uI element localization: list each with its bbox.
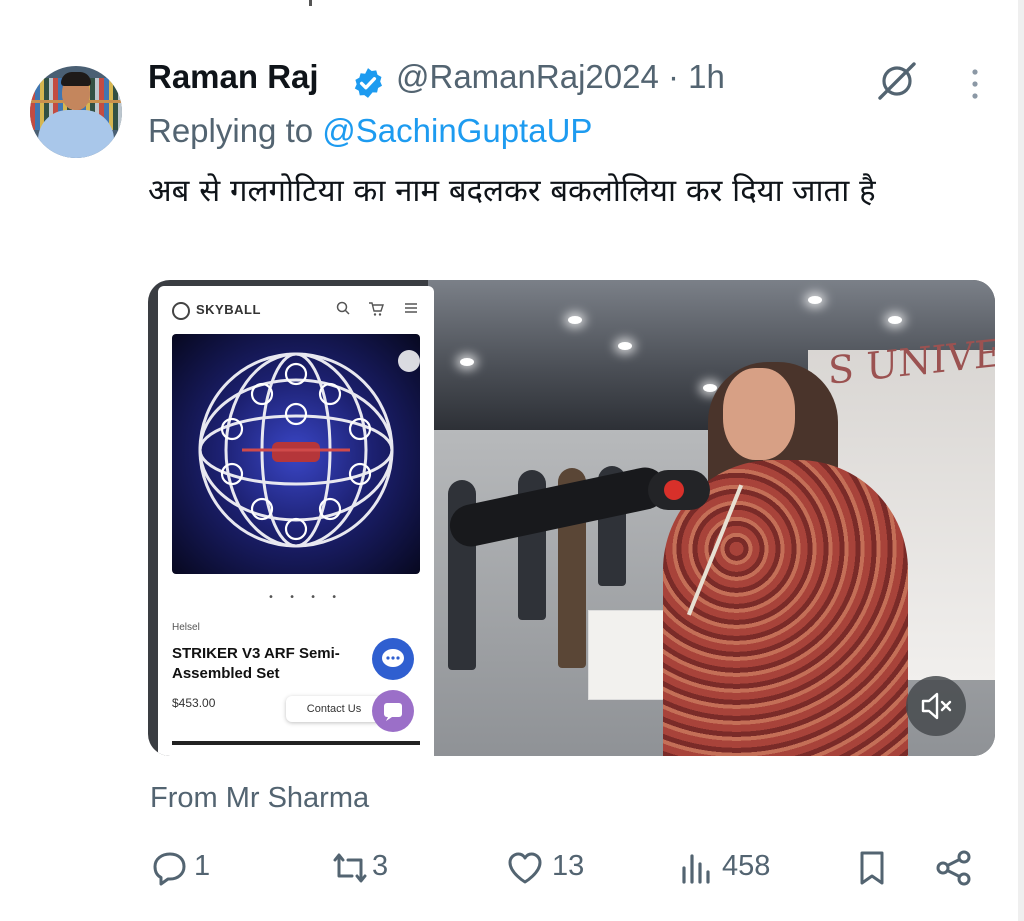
top-edge [0, 0, 1024, 40]
avatar-hair [61, 72, 91, 86]
repost-icon[interactable] [330, 848, 370, 888]
share-icon[interactable] [934, 848, 974, 888]
more-vertical-icon[interactable] [966, 66, 984, 102]
microphone [648, 470, 710, 510]
author-name[interactable]: Raman Raj [148, 58, 319, 96]
ceiling-light [618, 342, 632, 350]
avatar-shirt [38, 110, 114, 158]
view-count: 458 [722, 850, 771, 882]
product-vendor: Helsel [172, 622, 200, 633]
meta-separator: · [667, 58, 679, 95]
like-count: 13 [552, 850, 585, 882]
product-image [172, 334, 420, 574]
repost-count: 3 [372, 850, 389, 882]
drone-cage-image [198, 352, 394, 548]
author-handle-line[interactable]: @RamanRaj2024 · 1h [396, 58, 725, 96]
author-avatar[interactable] [30, 66, 122, 158]
menu-icon [405, 303, 417, 313]
store-brand: SKYBALL [196, 302, 261, 317]
message-icon [372, 690, 414, 732]
progress-bar [172, 741, 420, 745]
ceiling-light [888, 316, 902, 324]
mute-icon [921, 692, 952, 720]
author-handle[interactable]: @RamanRaj2024 [396, 58, 659, 95]
previous-post-fragment [309, 0, 312, 6]
media-caption: From Mr Sharma [150, 782, 370, 814]
video-player[interactable]: S UNIVE SKYBALL • • • • Helsel STRIKER V… [148, 280, 995, 756]
grok-icon[interactable] [876, 60, 918, 102]
product-page-overlay: SKYBALL • • • • Helsel STRIKER V3 ARF Se… [158, 286, 434, 756]
replying-to-label: Replying to [148, 112, 314, 149]
contact-us-label: Contact Us [286, 696, 382, 722]
scroll-edge [1018, 0, 1024, 921]
tweet-text: अब से गलगोटिया का नाम बदलकर बकलोलिया कर … [148, 173, 876, 209]
reply-count: 1 [194, 850, 211, 882]
chat-bubble-icon [372, 638, 414, 680]
ceiling-light [460, 358, 474, 366]
search-icon [336, 301, 350, 315]
replying-to-line: Replying to @SachinGuptaUP [148, 112, 592, 150]
views-icon[interactable] [676, 848, 716, 888]
cart-icon [369, 302, 384, 316]
carousel-dots: • • • • [268, 592, 344, 603]
product-title: STRIKER V3 ARF Semi-Assembled Set [172, 645, 340, 682]
verified-badge-icon [354, 68, 383, 98]
post-time[interactable]: 1h [688, 58, 725, 95]
speaker-face [723, 368, 795, 460]
mute-button[interactable] [906, 676, 966, 736]
reply-icon[interactable] [150, 848, 190, 888]
globe-icon [172, 302, 190, 320]
ceiling-light [808, 296, 822, 304]
microphone-logo [664, 480, 684, 500]
ceiling-light [703, 384, 717, 392]
bookmark-icon[interactable] [852, 848, 892, 888]
image-options-button [398, 350, 420, 372]
reply-mention-link[interactable]: @SachinGuptaUP [322, 112, 592, 149]
product-price: $453.00 [172, 696, 216, 710]
heart-icon[interactable] [505, 848, 545, 888]
ceiling-light [568, 316, 582, 324]
